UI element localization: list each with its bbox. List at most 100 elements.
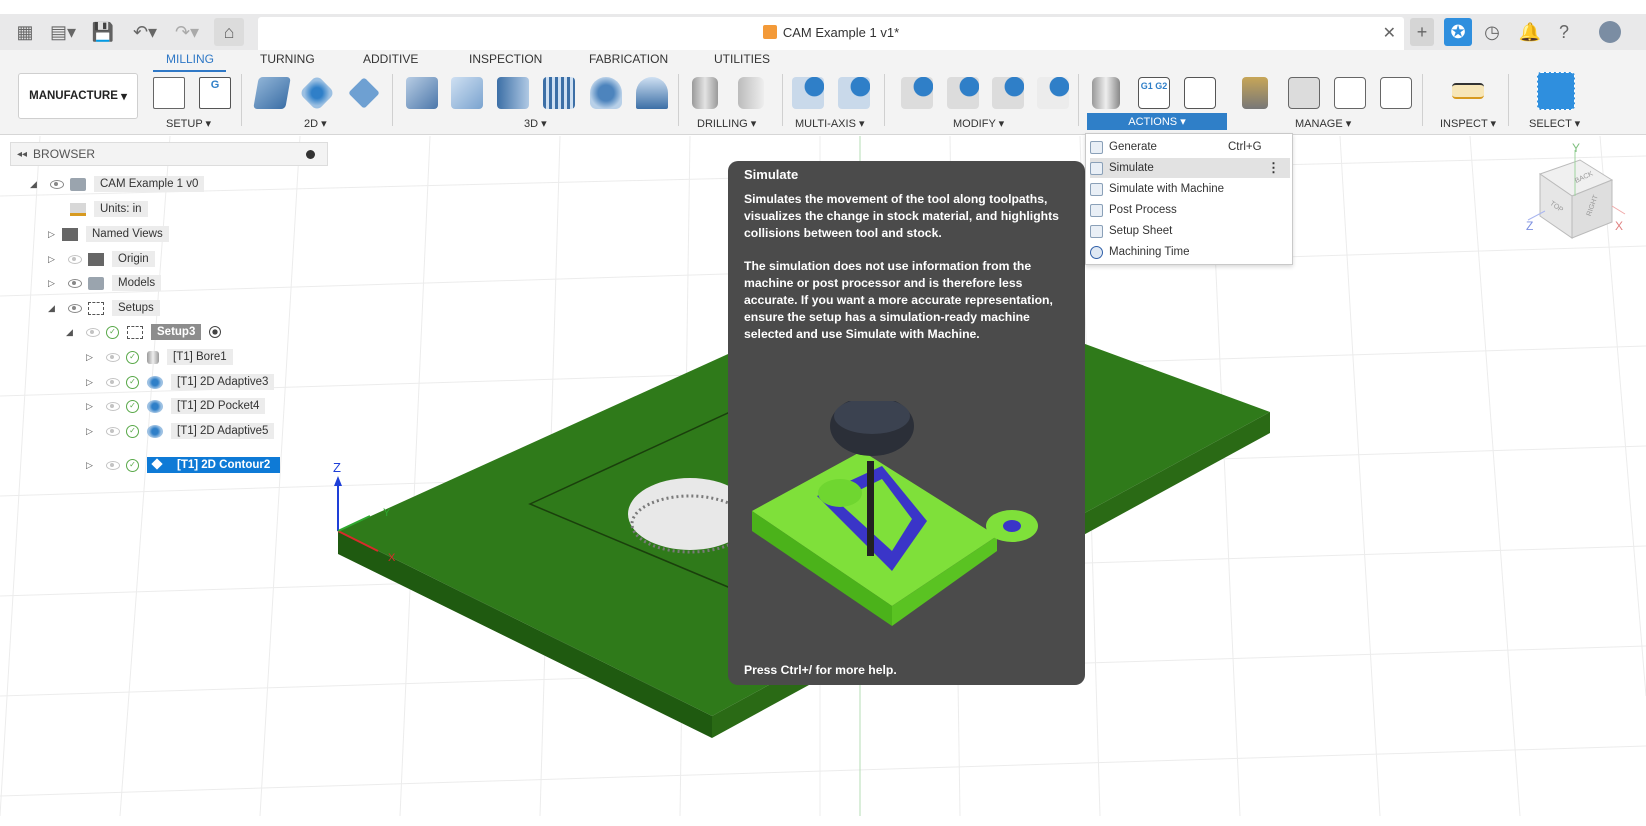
visibility-hidden-icon[interactable] <box>106 401 120 411</box>
extensions-icon[interactable]: ✪ <box>1444 18 1472 46</box>
tree-origin[interactable]: ▷ Origin <box>48 249 155 269</box>
group-manage[interactable]: MANAGE ▾ <box>1295 117 1351 130</box>
expand-icon[interactable]: ▷ <box>48 278 62 289</box>
group-drilling[interactable]: DRILLING ▾ <box>697 117 756 130</box>
undo-icon[interactable]: ↶▾ <box>128 18 162 46</box>
save-icon[interactable]: 💾 <box>90 18 116 46</box>
group-setup[interactable]: SETUP ▾ <box>166 117 211 130</box>
new-setup-icon[interactable] <box>153 77 185 109</box>
steep-shallow-icon[interactable] <box>497 77 529 109</box>
file-menu-icon[interactable]: ▤▾ <box>46 18 80 46</box>
tab-milling[interactable]: MILLING <box>166 52 214 66</box>
pattern-icon[interactable] <box>992 77 1024 109</box>
3d-pocket-icon[interactable] <box>451 77 483 109</box>
expand-icon[interactable]: ▷ <box>86 377 100 388</box>
collapse-browser-icon[interactable]: ◂◂ <box>17 149 27 160</box>
tree-operation-selected[interactable]: ▷ ✓ [T1] 2D Contour2 <box>86 455 281 475</box>
browser-pin-icon[interactable] <box>306 149 315 159</box>
parallel-icon[interactable] <box>543 77 575 109</box>
visibility-hidden-icon[interactable] <box>106 352 120 362</box>
2d-adaptive-icon[interactable] <box>253 77 291 109</box>
post-process-icon[interactable]: G1 G2 <box>1138 77 1170 109</box>
menu-item-generate[interactable]: Generate Ctrl+G <box>1090 137 1290 157</box>
template-library-icon[interactable] <box>1380 77 1412 109</box>
visibility-hidden-icon[interactable] <box>86 327 100 337</box>
tab-inspection[interactable]: INSPECTION <box>469 52 542 66</box>
group-actions[interactable]: ACTIONS ▾ <box>1087 113 1227 130</box>
machine-library-icon[interactable] <box>1288 77 1320 109</box>
expand-icon[interactable]: ▷ <box>86 352 100 363</box>
expand-icon[interactable]: ▷ <box>86 460 100 471</box>
menu-item-setup-sheet[interactable]: Setup Sheet <box>1090 221 1290 241</box>
tree-operation[interactable]: ▷ ✓ [T1] Bore1 <box>86 347 233 367</box>
measure-icon[interactable] <box>1452 83 1484 99</box>
tree-operation[interactable]: ▷ ✓ [T1] 2D Adaptive5 <box>86 421 275 441</box>
app-grid-icon[interactable]: ▦ <box>12 18 38 46</box>
job-status-icon[interactable]: ◷ <box>1480 18 1504 46</box>
swarf-icon[interactable] <box>792 77 824 109</box>
contour-icon[interactable] <box>636 77 668 109</box>
help-icon[interactable]: ? <box>1552 18 1576 46</box>
expand-icon[interactable]: ▷ <box>48 254 62 265</box>
close-tab-icon[interactable]: ✕ <box>1383 23 1396 43</box>
visibility-hidden-icon[interactable] <box>106 377 120 387</box>
thread-icon[interactable] <box>738 77 764 109</box>
user-avatar[interactable] <box>1596 18 1624 46</box>
group-3d[interactable]: 3D ▾ <box>524 117 547 130</box>
tree-units[interactable]: Units: in <box>70 199 148 219</box>
multiaxis-contour-icon[interactable] <box>838 77 870 109</box>
drill-icon[interactable] <box>692 77 718 109</box>
tool-library-icon[interactable] <box>1242 77 1268 109</box>
3d-adaptive-icon[interactable] <box>406 77 438 109</box>
group-2d[interactable]: 2D ▾ <box>304 117 327 130</box>
edit-points-icon[interactable] <box>1037 77 1069 109</box>
menu-item-post-process[interactable]: Post Process <box>1090 200 1290 220</box>
tab-fabrication[interactable]: FABRICATION <box>589 52 668 66</box>
select-icon[interactable] <box>1537 72 1575 110</box>
tree-models[interactable]: ▷ Models <box>48 273 162 293</box>
expand-icon[interactable]: ▷ <box>86 401 100 412</box>
group-modify[interactable]: MODIFY ▾ <box>953 117 1004 130</box>
home-icon[interactable]: ⌂ <box>214 18 244 46</box>
visibility-hidden-icon[interactable] <box>106 426 120 436</box>
viewcube[interactable]: Y Z X BACK TOP RIGHT <box>1526 141 1626 239</box>
2d-pocket-icon[interactable] <box>298 74 336 112</box>
browser-header[interactable]: ◂◂ BROWSER <box>10 142 328 166</box>
expand-icon[interactable]: ◢ <box>30 179 44 190</box>
group-select[interactable]: SELECT ▾ <box>1529 117 1580 130</box>
visibility-hidden-icon[interactable] <box>106 460 120 470</box>
visibility-icon[interactable] <box>68 278 82 288</box>
menu-item-simulate-with-machine[interactable]: Simulate with Machine <box>1090 179 1290 199</box>
new-tab-icon[interactable]: + <box>1410 18 1434 46</box>
tab-additive[interactable]: ADDITIVE <box>363 52 418 66</box>
activate-setup-icon[interactable] <box>209 326 222 338</box>
tree-operation[interactable]: ▷ ✓ [T1] 2D Pocket4 <box>86 396 266 416</box>
visibility-hidden-icon[interactable] <box>68 254 82 264</box>
delete-toolpath-icon[interactable] <box>947 77 979 109</box>
expand-icon[interactable]: ▷ <box>48 229 62 240</box>
visibility-icon[interactable] <box>68 303 82 313</box>
notifications-icon[interactable]: 🔔 <box>1518 18 1542 46</box>
redo-icon[interactable]: ↷▾ <box>170 18 204 46</box>
workspace-switcher[interactable]: MANUFACTURE ▾ <box>18 73 138 119</box>
tree-setup3[interactable]: ◢ ✓ Setup3 <box>66 322 222 342</box>
expand-icon[interactable]: ◢ <box>48 303 62 314</box>
tab-turning[interactable]: TURNING <box>260 52 315 66</box>
nc-program-icon[interactable]: G <box>199 77 231 109</box>
tree-setups[interactable]: ◢ Setups <box>48 298 160 318</box>
expand-icon[interactable]: ▷ <box>86 426 100 437</box>
document-tab[interactable]: CAM Example 1 v1* ✕ <box>258 17 1404 50</box>
tree-root[interactable]: ◢ CAM Example 1 v0 <box>30 174 205 194</box>
tree-operation[interactable]: ▷ ✓ [T1] 2D Adaptive3 <box>86 372 275 392</box>
visibility-icon[interactable] <box>50 179 64 189</box>
tab-utilities[interactable]: UTILITIES <box>714 52 770 66</box>
tree-named-views[interactable]: ▷ Named Views <box>48 224 169 244</box>
menu-item-machining-time[interactable]: Machining Time <box>1090 242 1290 262</box>
face-icon[interactable] <box>348 77 380 109</box>
simulate-icon[interactable] <box>1092 77 1120 109</box>
menu-item-simulate[interactable]: Simulate ⋮ <box>1090 158 1290 178</box>
trim-icon[interactable] <box>901 77 933 109</box>
setup-sheet-icon[interactable] <box>1184 77 1216 109</box>
group-multi-axis[interactable]: MULTI-AXIS ▾ <box>795 117 865 130</box>
expand-icon[interactable]: ◢ <box>66 327 80 338</box>
